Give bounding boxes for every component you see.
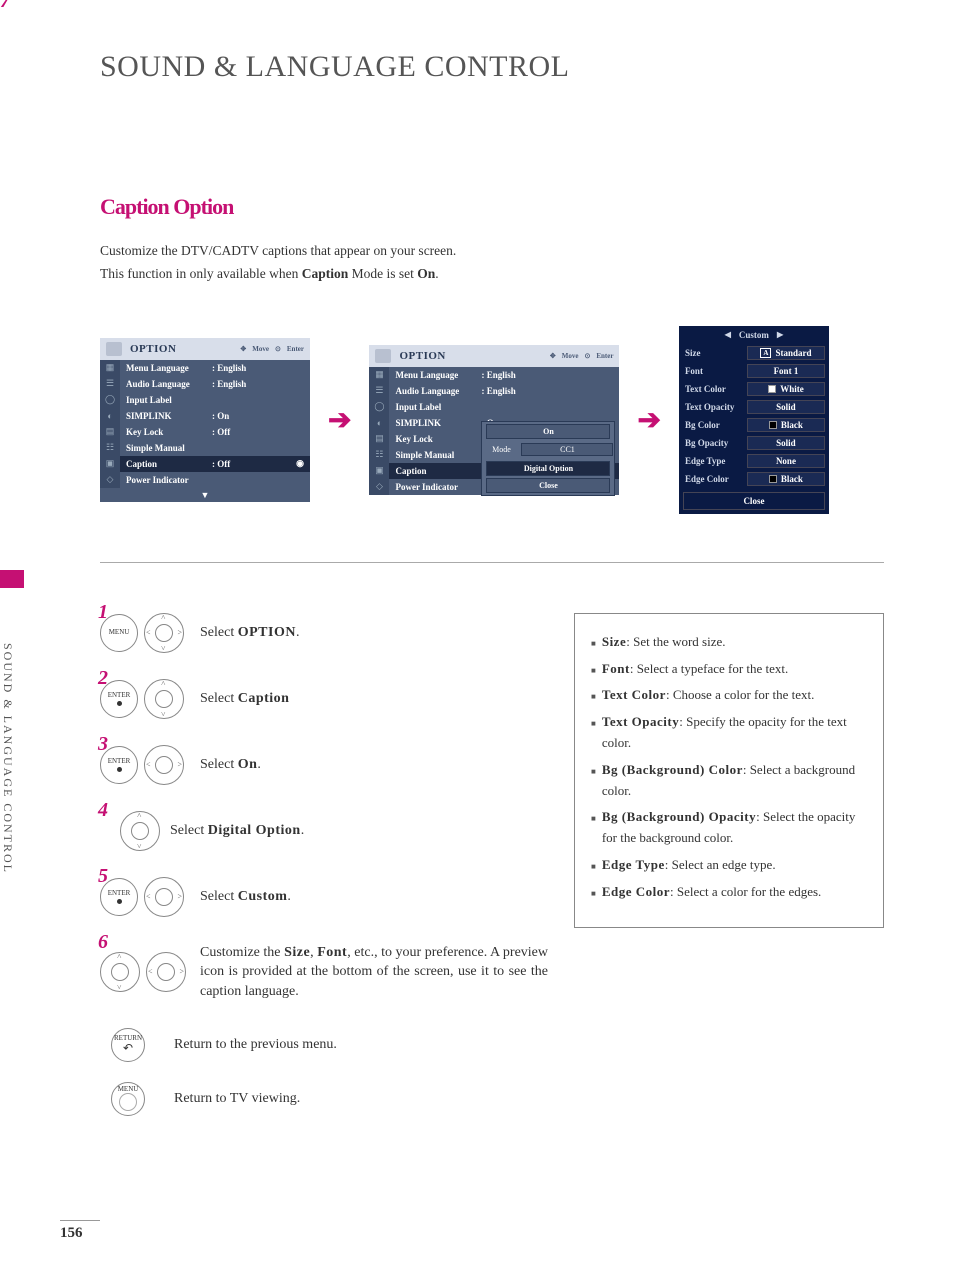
section-title: Caption Option	[100, 194, 884, 220]
osd-header-icon	[106, 342, 122, 356]
arrow-icon: ➔	[637, 403, 660, 437]
osd-item: SIMPLINK: On	[120, 408, 310, 424]
popup-mode-label: Mode	[482, 445, 520, 454]
custom-close: Close	[683, 492, 825, 510]
dpad-leftright-icon: ˂˃	[144, 877, 184, 917]
left-triangle-icon: ◀	[725, 330, 731, 339]
dpad-leftright-icon: ˂˃	[144, 745, 184, 785]
custom-row: Bg ColorBlack	[679, 416, 829, 434]
step-8-text: Return to TV viewing.	[174, 1091, 300, 1107]
step-2: 2 ENTER ˄˅ Select Caption	[100, 679, 548, 719]
dpad-leftright-icon: ˂˃	[146, 952, 186, 992]
divider	[100, 562, 884, 563]
description-item: Text Color: Choose a color for the text.	[591, 685, 867, 706]
intro-line1: Customize the DTV/CADTV captions that ap…	[100, 243, 456, 258]
descriptions-box: Size: Set the word size. Font: Select a t…	[574, 613, 884, 928]
step-7-text: Return to the previous menu.	[174, 1037, 337, 1053]
step-6: 6 ˄˅ ˂˃ Customize the Size, Font, etc., …	[100, 943, 548, 1002]
osd-item: Input Label	[120, 392, 310, 408]
step-7: 7 RETURN↶ Return to the previous menu.	[100, 1028, 548, 1062]
right-triangle-icon: ▶	[777, 330, 783, 339]
osd-item: Input Label	[389, 399, 619, 415]
osd-screenshots-row: OPTION ✥Move⊙Enter ▦☰◯◐▤☷▣◇ Menu Languag…	[100, 326, 884, 514]
osd-panel-option-1: OPTION ✥Move⊙Enter ▦☰◯◐▤☷▣◇ Menu Languag…	[100, 338, 310, 502]
custom-row: Bg OpacitySolid	[679, 434, 829, 452]
description-item: Text Opacity: Specify the opacity for th…	[591, 712, 867, 754]
osd-item: Key Lock: Off	[120, 424, 310, 440]
custom-row: Edge TypeNone	[679, 452, 829, 470]
popup-close: Close	[486, 478, 610, 493]
dpad-updown-icon: ˄˅	[100, 952, 140, 992]
arrow-icon: ➔	[328, 403, 351, 437]
popup-digital-option: Digital Option	[486, 461, 610, 476]
osd-header-icon	[375, 349, 391, 363]
custom-row: FontFont 1	[679, 362, 829, 380]
osd-panel-custom: ◀ Custom ▶ SizeAStandardFontFont 1Text C…	[679, 326, 829, 514]
osd-header-label: OPTION	[130, 343, 176, 355]
osd-item: Simple Manual	[120, 440, 310, 456]
return-button-icon: RETURN↶	[111, 1028, 145, 1062]
menu-button-icon: MENU	[111, 1082, 145, 1116]
description-item: Bg (Background) Color: Select a backgrou…	[591, 760, 867, 802]
description-item: Font: Select a typeface for the text.	[591, 659, 867, 680]
popup-on: On	[486, 424, 610, 439]
dpad-updown-icon: ˄˅	[120, 811, 160, 851]
step-8: MENU Return to TV viewing.	[100, 1082, 548, 1116]
osd-item: Audio Language: English	[120, 376, 310, 392]
osd-header-label: OPTION	[399, 350, 445, 362]
custom-row: Edge ColorBlack	[679, 470, 829, 488]
description-item: Edge Type: Select an edge type.	[591, 855, 867, 876]
dpad-updown-icon: ˄˅	[144, 679, 184, 719]
custom-row: Text OpacitySolid	[679, 398, 829, 416]
step-3: 3 ENTER ˂˃ Select On.	[100, 745, 548, 785]
caption-popup: On Mode CC1 Digital Option Close	[481, 421, 615, 496]
step-5: 5 ENTER ˂˃ Select Custom.	[100, 877, 548, 917]
osd-item: Audio Language: English	[389, 383, 619, 399]
custom-row: SizeAStandard	[679, 344, 829, 362]
description-item: Bg (Background) Opacity: Select the opac…	[591, 807, 867, 849]
page-number: 156	[60, 1220, 100, 1242]
step-4: 4 ˄˅ Select Digital Option.	[100, 811, 548, 851]
osd-item: Power Indicator	[120, 472, 310, 488]
osd-item: Menu Language: English	[389, 367, 619, 383]
osd-item: Menu Language: English	[120, 360, 310, 376]
page-title: SOUND & LANGUAGE CONTROL	[100, 50, 884, 84]
custom-row: Text ColorWhite	[679, 380, 829, 398]
osd-panel-option-2: OPTION ✥Move⊙Enter ▦☰◯◐▤☷▣◇ Menu Languag…	[369, 345, 619, 495]
custom-title: Custom	[739, 330, 769, 340]
description-item: Size: Set the word size.	[591, 632, 867, 653]
description-item: Edge Color: Select a color for the edges…	[591, 882, 867, 903]
step-1: 1 MENU ˄˅˂˃ Select OPTION.	[100, 613, 548, 653]
osd-item: Caption: Off ◉	[120, 456, 310, 472]
intro-text: Customize the DTV/CADTV captions that ap…	[100, 240, 884, 286]
dpad-icon: ˄˅˂˃	[144, 613, 184, 653]
popup-mode-value: CC1	[521, 443, 613, 456]
